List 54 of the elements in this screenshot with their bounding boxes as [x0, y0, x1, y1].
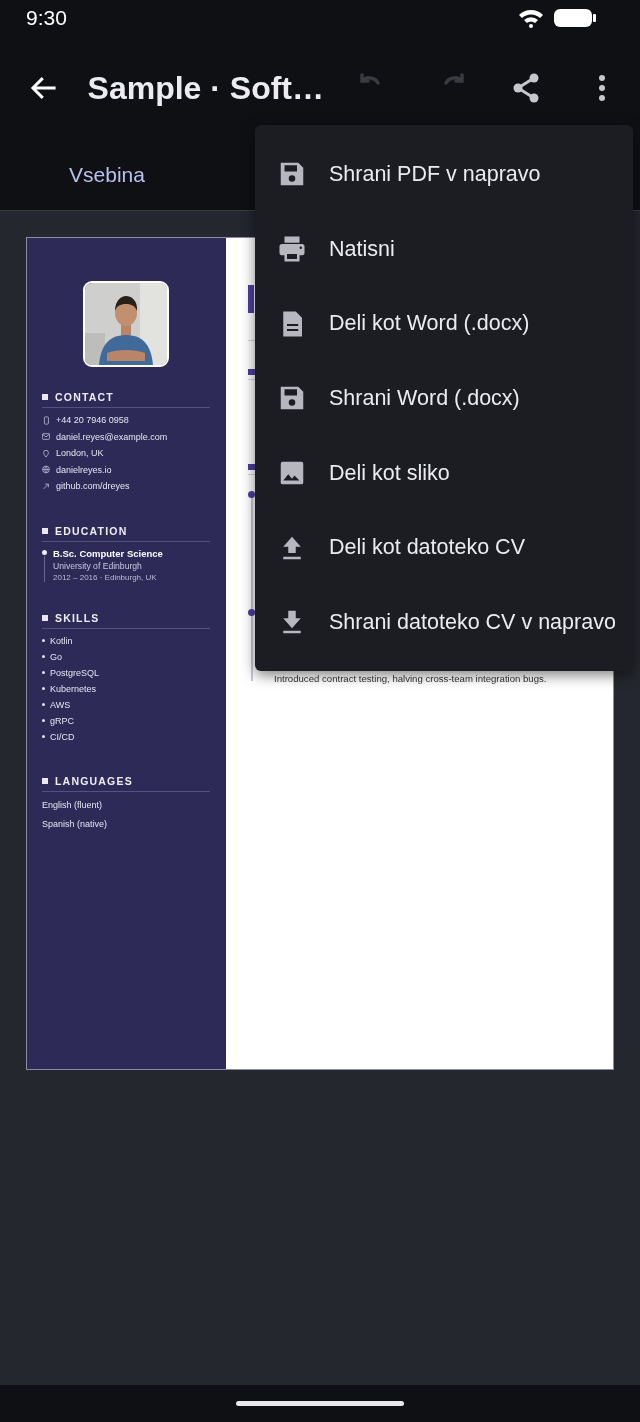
section-marker [42, 527, 48, 534]
menu-item[interactable]: Shrani PDF v napravo [255, 137, 633, 212]
phone-icon [42, 415, 50, 425]
menu-item[interactable]: Shrani datoteko CV v napravo [255, 585, 633, 660]
contact-text: daniel.reyes@example.com [56, 431, 168, 442]
bullet-icon [42, 719, 45, 722]
document-title: Sample · Soft… [87, 69, 324, 107]
section-heading: LANGUAGES [55, 774, 133, 787]
contact-text: London, UK [56, 448, 104, 459]
bullet-icon [42, 655, 45, 658]
contact-text: github.com/dreyes [56, 481, 130, 492]
bullet-icon [42, 671, 45, 674]
section-heading: SKILLS [55, 611, 100, 624]
menu-item[interactable]: Deli kot datoteko CV [255, 510, 633, 586]
menu-item[interactable]: Deli kot Word (.docx) [255, 286, 633, 362]
section-heading: EDUCATION [55, 524, 128, 537]
bullet-icon [42, 639, 45, 642]
language-text: English (fluent) [42, 799, 104, 812]
menu-item[interactable]: Shrani Word (.docx) [255, 361, 633, 436]
menu-item[interactable]: Deli kot sliko [255, 435, 633, 511]
education-dates: 2012 – 2016 · Edinburgh, UK [53, 572, 158, 582]
status-time: 9:30 [26, 6, 67, 30]
contact-text: danielreyes.io [56, 464, 112, 475]
bullet-icon [42, 735, 45, 738]
globe-icon [42, 465, 50, 475]
skill-text: Kubernetes [50, 683, 97, 694]
degree-title: B.Sc. Computer Science [53, 547, 163, 559]
battery-icon [554, 8, 596, 28]
tab[interactable]: Vsebina [0, 140, 214, 210]
pin-icon [42, 448, 50, 458]
section-marker [248, 369, 255, 375]
skill-text: AWS [50, 699, 71, 710]
title-accent-bar [248, 285, 254, 313]
printer-icon [277, 234, 307, 265]
section-marker [42, 614, 48, 621]
section-marker [42, 394, 48, 400]
wifi-icon [518, 8, 544, 28]
contact-text: +44 20 7946 0958 [56, 415, 129, 426]
section-heading: CONTACT [55, 391, 114, 403]
section-marker [248, 464, 255, 470]
skill-text: gRPC [50, 715, 74, 726]
resume-text-line: Introduced contract testing, halving cross-team integration bugs. [274, 673, 548, 684]
menu-item[interactable]: Natisni [255, 211, 633, 287]
language-text: Spanish (native) [42, 818, 109, 831]
school-name: University of Edinburgh [53, 560, 143, 571]
mail-icon [42, 432, 50, 442]
skill-text: CI/CD [50, 731, 75, 742]
section-marker [42, 777, 48, 784]
arrow-icon [42, 481, 50, 491]
skill-text: Go [50, 651, 62, 662]
bullet-icon [42, 687, 45, 690]
skill-text: Kotlin [50, 635, 73, 646]
bullet-icon [42, 703, 45, 706]
skill-text: PostgreSQL [50, 667, 100, 678]
